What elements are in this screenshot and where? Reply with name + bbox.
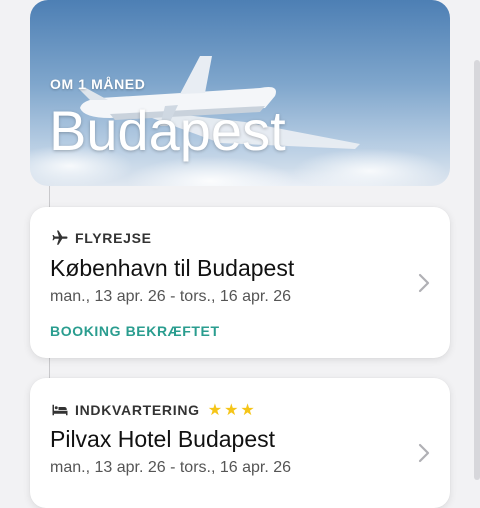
flight-card-dates: man., 13 apr. 26 - tors., 16 apr. 26 [50, 288, 292, 305]
hotel-card[interactable]: INDKVARTERING ★★★ Pilvax Hotel Budapest … [30, 378, 450, 508]
flight-card-header: FLYREJSE [51, 229, 152, 247]
destination-hero-card[interactable]: OM 1 MÅNED Budapest [30, 0, 450, 186]
flight-card-title: København til Budapest [50, 255, 295, 281]
bed-icon [52, 404, 68, 416]
hotel-card-header: INDKVARTERING ★★★ [51, 400, 257, 420]
star-rating: ★★★ [207, 402, 257, 419]
flight-card-kind-label: FLYREJSE [75, 230, 152, 246]
flight-card[interactable]: FLYREJSE København til Budapest man., 13… [30, 207, 450, 358]
booking-status-badge: BOOKING BEKRÆFTET [50, 323, 220, 339]
airplane-icon [52, 230, 68, 245]
hotel-card-dates: man., 13 apr. 26 - tors., 16 apr. 26 [50, 459, 292, 476]
hero-eyebrow: OM 1 MÅNED [50, 76, 146, 92]
scrollbar[interactable] [474, 60, 480, 480]
hotel-card-title: Pilvax Hotel Budapest [50, 426, 276, 452]
chevron-right-icon[interactable] [418, 443, 430, 463]
hotel-card-kind-label: INDKVARTERING [75, 402, 200, 418]
chevron-right-icon[interactable] [418, 273, 430, 293]
destination-city-title: Budapest [49, 99, 286, 162]
